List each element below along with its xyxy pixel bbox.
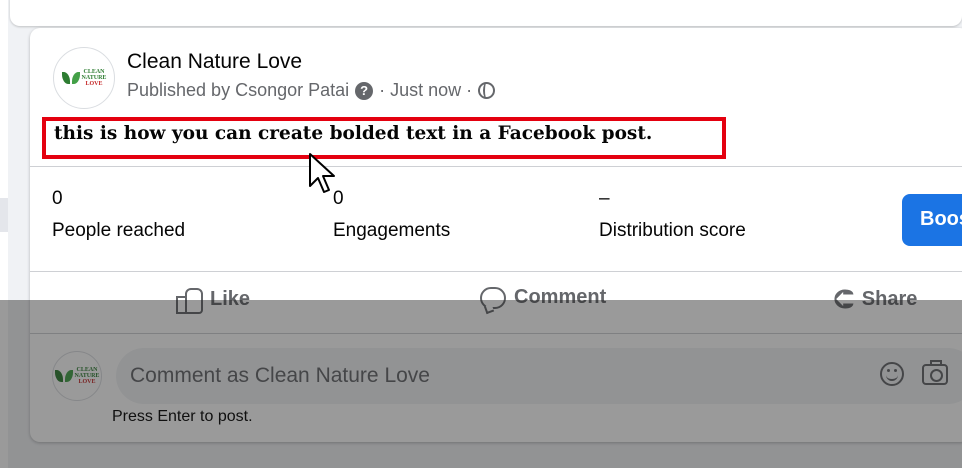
people-reached-label: People reached [52,220,186,241]
people-reached-value: 0 [52,188,63,209]
left-card-fragment [0,0,8,198]
divider [30,271,962,272]
red-highlight-box [42,117,726,159]
distribution-score-stat: – Distribution score [599,188,746,242]
engagements-label: Engagements [333,220,451,241]
clean-nature-love-logo: CLEAN NATURE LOVE [61,69,107,87]
leaf-icon [61,72,70,84]
published-by-text: Published by Csongor Patai [127,80,350,100]
dim-overlay [0,300,962,468]
globe-icon[interactable] [478,82,496,99]
page-avatar[interactable]: CLEAN NATURE LOVE [53,47,115,109]
distribution-score-label: Distribution score [599,220,746,241]
question-circle-icon[interactable]: ? [355,81,374,100]
page-name-link[interactable]: Clean Nature Love [127,50,302,74]
leaf-icon [71,72,80,84]
boost-post-button[interactable]: Boos [902,194,962,246]
mouse-pointer-icon [309,153,335,193]
people-reached-stat: 0 People reached [52,188,185,242]
divider [30,166,962,167]
distribution-score-value: – [599,188,610,209]
post-timestamp[interactable]: · Just now · [379,80,472,101]
post-meta: Published by Csongor Patai ? · Just now … [127,80,496,101]
logo-wordmark: CLEAN NATURE LOVE [81,69,107,87]
engagements-value: 0 [333,188,344,209]
engagements-stat: 0 Engagements [333,188,450,242]
previous-post-card [10,0,962,26]
